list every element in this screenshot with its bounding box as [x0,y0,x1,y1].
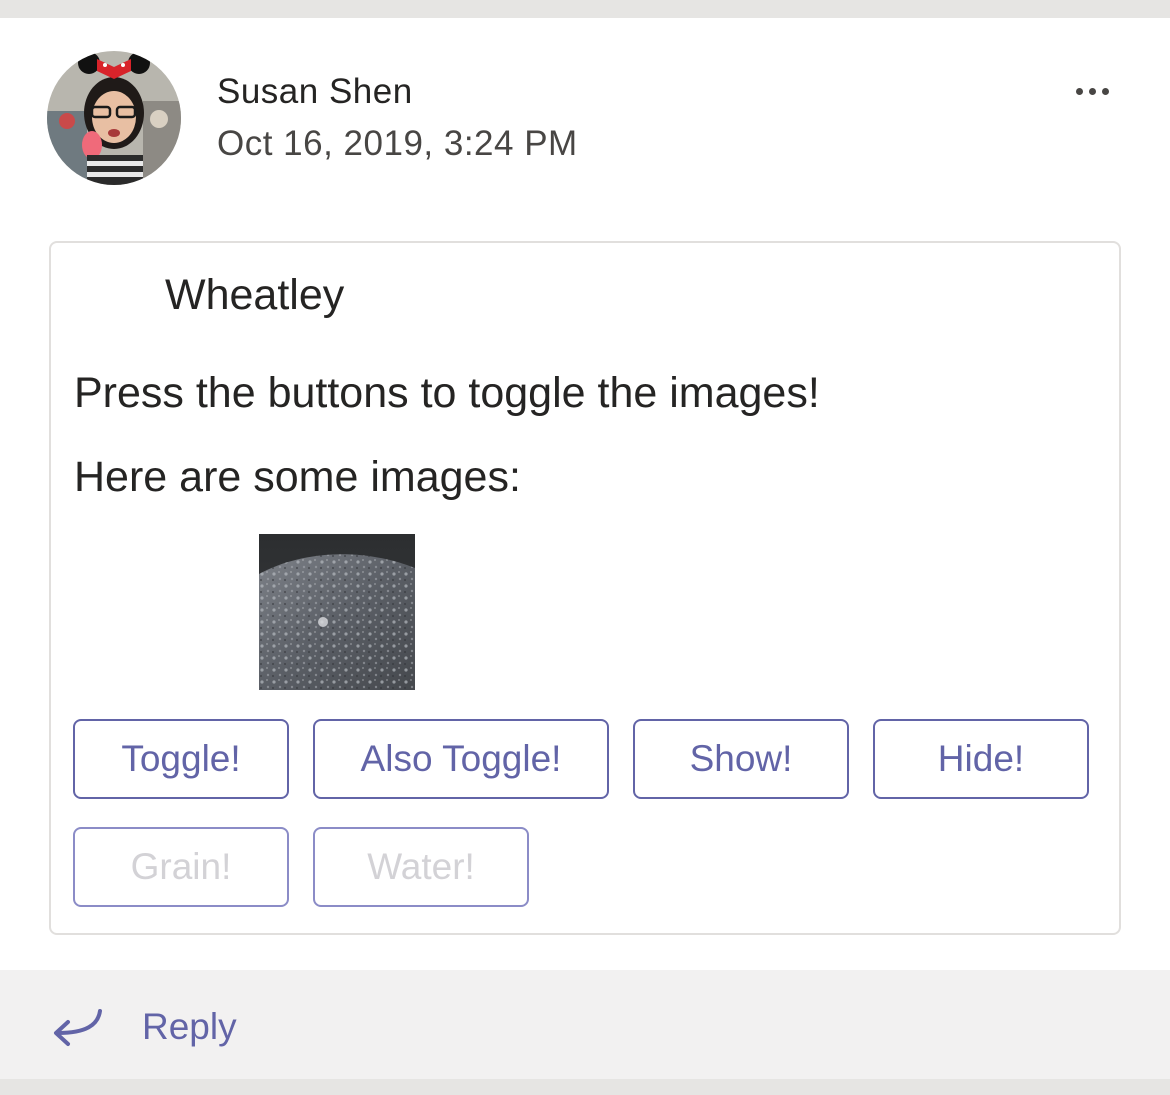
reply-button[interactable]: Reply [142,1006,237,1048]
card-text-instructions: Press the buttons to toggle the images! [74,369,820,417]
post-timestamp: Oct 16, 2019, 3:24 PM [217,124,578,163]
avatar-photo-icon [47,51,181,185]
toggle-button[interactable]: Toggle! [73,719,289,799]
hide-button[interactable]: Hide! [873,719,1089,799]
also-toggle-button[interactable]: Also Toggle! [313,719,609,799]
author-avatar[interactable] [47,51,181,185]
grain-button[interactable]: Grain! [73,827,289,907]
message-post: Susan Shen Oct 16, 2019, 3:24 PM Wheatle… [0,18,1170,970]
more-dot [1101,87,1109,95]
adaptive-card: Wheatley Press the buttons to toggle the… [49,241,1121,935]
card-text-images-heading: Here are some images: [74,453,521,501]
more-options-icon[interactable] [1062,76,1122,106]
show-button[interactable]: Show! [633,719,849,799]
grain-texture-photo-icon [259,534,415,690]
author-name: Susan Shen [217,72,413,111]
card-title: Wheatley [165,271,345,319]
more-dot [1075,87,1083,95]
grain-image [259,534,415,690]
reply-bar[interactable]: Reply [0,970,1170,1079]
reply-arrow-icon [54,1009,102,1046]
more-dot [1088,87,1096,95]
water-button[interactable]: Water! [313,827,529,907]
